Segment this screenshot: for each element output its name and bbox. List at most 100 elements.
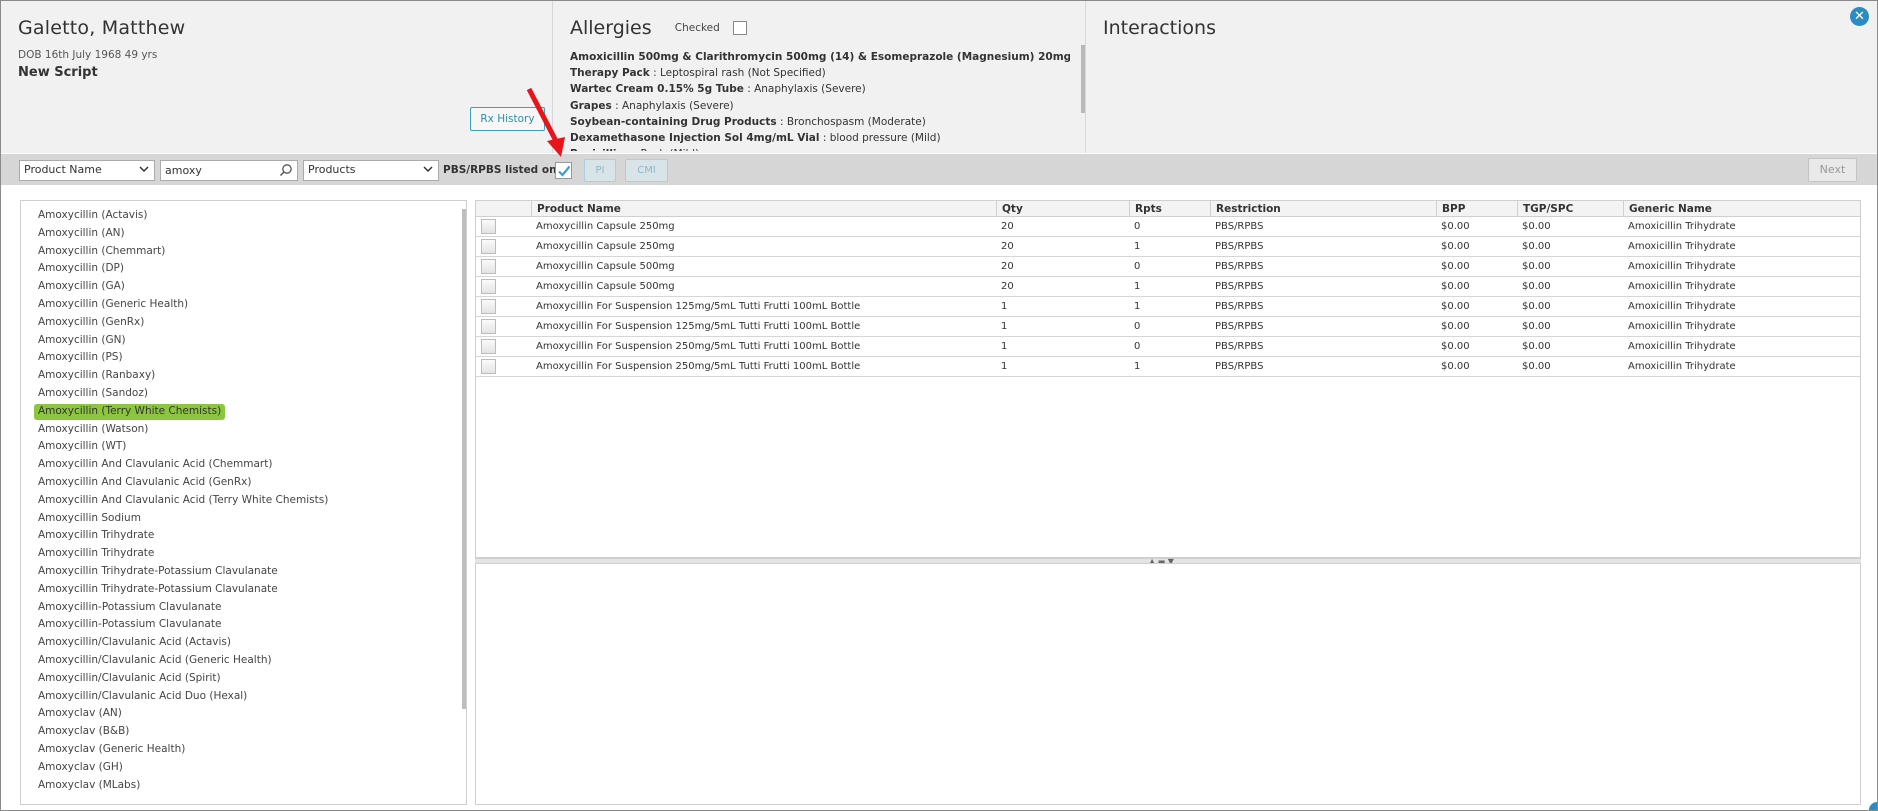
- product-list-item[interactable]: Amoxyclav (MLabs): [34, 778, 144, 793]
- row-select-checkbox[interactable]: [481, 319, 496, 334]
- product-list-item[interactable]: Amoxycillin Sodium: [34, 511, 145, 526]
- product-list-item[interactable]: Amoxycillin (Ranbaxy): [34, 368, 159, 383]
- resize-grip-icon[interactable]: [1869, 802, 1877, 810]
- search-input[interactable]: amoxy: [160, 160, 298, 181]
- row-select-checkbox[interactable]: [481, 339, 496, 354]
- product-list-item[interactable]: Amoxyclav (B&B): [34, 724, 133, 739]
- product-list-item[interactable]: Amoxycillin And Clavulanic Acid (Chemmar…: [34, 457, 276, 472]
- table-row[interactable]: Amoxycillin Capsule 250mg 20 1 PBS/RPBS $0.0…: [476, 237, 1860, 257]
- product-list-item[interactable]: Amoxycillin-Potassium Clavulanate: [34, 600, 225, 615]
- allergy-scrollbar[interactable]: [1081, 45, 1085, 113]
- product-list-item[interactable]: Amoxycillin (Generic Health): [34, 297, 192, 312]
- row-select-checkbox[interactable]: [481, 279, 496, 294]
- product-list-item[interactable]: Amoxycillin Trihydrate: [34, 528, 158, 543]
- close-icon[interactable]: ✕: [1850, 7, 1869, 26]
- table-row[interactable]: Amoxycillin For Suspension 125mg/5mL Tut…: [476, 297, 1860, 317]
- grid-header: Product Name Qty Rpts Restriction BPP TGP/SPC…: [476, 201, 1860, 217]
- product-list-item[interactable]: Amoxyclav (AN): [34, 706, 126, 721]
- grid-header-select: [476, 201, 531, 217]
- table-cell: $0.00: [1522, 361, 1551, 372]
- cmi-button[interactable]: CMI: [625, 159, 668, 182]
- table-cell: $0.00: [1441, 341, 1470, 352]
- row-select-checkbox[interactable]: [481, 259, 496, 274]
- product-list-item[interactable]: Amoxyclav (Generic Health): [34, 742, 189, 757]
- patient-dob: DOB 16th July 1968 49 yrs: [18, 49, 158, 61]
- grid-header-qty[interactable]: Qty: [996, 201, 1129, 217]
- table-cell: 1: [1001, 321, 1008, 332]
- table-row[interactable]: Amoxycillin Capsule 250mg 20 0 PBS/RPBS $0.0…: [476, 217, 1860, 237]
- product-list-item[interactable]: Amoxycillin (PS): [34, 350, 127, 365]
- grid-header-rpts[interactable]: Rpts: [1129, 201, 1210, 217]
- table-row[interactable]: Amoxycillin For Suspension 125mg/5mL Tut…: [476, 317, 1860, 337]
- product-list-item[interactable]: Amoxycillin (GenRx): [34, 315, 148, 330]
- table-cell: Amoxicillin Trihydrate: [1628, 321, 1736, 332]
- allergies-panel: Allergies Checked Amoxicillin 500mg & Cl…: [554, 1, 1086, 153]
- grid-header-restriction[interactable]: Restriction: [1210, 201, 1436, 217]
- table-row[interactable]: Amoxycillin Capsule 500mg 20 0 PBS/RPBS $0.0…: [476, 257, 1860, 277]
- search-icon[interactable]: [279, 163, 293, 177]
- row-select-checkbox[interactable]: [481, 239, 496, 254]
- grid-header-tgp-spc[interactable]: TGP/SPC: [1517, 201, 1623, 217]
- table-cell: 20: [1001, 261, 1014, 272]
- product-list-item[interactable]: Amoxycillin And Clavulanic Acid (GenRx): [34, 475, 255, 490]
- table-cell: $0.00: [1441, 361, 1470, 372]
- table-cell: $0.00: [1441, 301, 1470, 312]
- product-list-item[interactable]: Amoxycillin (AN): [34, 226, 129, 241]
- product-list-item-selected[interactable]: Amoxycillin (Terry White Chemists): [34, 403, 226, 420]
- product-list-item[interactable]: Amoxycillin (Chemmart): [34, 244, 169, 259]
- search-toolbar: Product Name amoxy Products PBS/RPBS lis…: [1, 154, 1877, 185]
- row-select-checkbox[interactable]: [481, 359, 496, 374]
- table-row[interactable]: Amoxycillin Capsule 500mg 20 1 PBS/RPBS $0.0…: [476, 277, 1860, 297]
- product-list-item[interactable]: Amoxycillin (Watson): [34, 422, 152, 437]
- product-list-item[interactable]: Amoxycillin-Potassium Clavulanate: [34, 617, 225, 632]
- table-row[interactable]: Amoxycillin For Suspension 250mg/5mL Tut…: [476, 337, 1860, 357]
- next-button[interactable]: Next: [1808, 158, 1857, 182]
- product-list-scrollbar[interactable]: [462, 209, 466, 709]
- table-cell: Amoxicillin Trihydrate: [1628, 341, 1736, 352]
- product-list-item[interactable]: Amoxycillin Trihydrate: [34, 546, 158, 561]
- product-list-item[interactable]: Amoxycillin/Clavulanic Acid (Spirit): [34, 671, 225, 686]
- product-list: Amoxycillin (Actavis) Amoxycillin (AN) Amo…: [20, 200, 467, 805]
- product-list-item[interactable]: Amoxycillin Trihydrate-Potassium Clavula…: [34, 582, 282, 597]
- product-list-item[interactable]: Amoxycillin Trihydrate-Potassium Clavula…: [34, 564, 282, 579]
- allergy-name: Therapy Pack: [570, 67, 650, 80]
- patient-name: Galetto, Matthew: [18, 17, 186, 39]
- table-cell: Amoxycillin For Suspension 125mg/5mL Tut…: [536, 301, 861, 312]
- allergy-reaction: : Rash (Mild): [630, 148, 700, 151]
- product-list-item[interactable]: Amoxycillin/Clavulanic Acid (Actavis): [34, 635, 235, 650]
- table-cell: $0.00: [1522, 301, 1551, 312]
- product-list-item[interactable]: Amoxycillin (Actavis): [34, 208, 152, 223]
- pi-button[interactable]: PI: [584, 159, 616, 182]
- grid-header-generic-name[interactable]: Generic Name: [1623, 201, 1860, 217]
- table-cell: Amoxycillin For Suspension 125mg/5mL Tut…: [536, 321, 861, 332]
- product-list-item[interactable]: Amoxycillin (Sandoz): [34, 386, 152, 401]
- product-list-item[interactable]: Amoxycillin (WT): [34, 439, 130, 454]
- grid-header-bpp[interactable]: BPP: [1436, 201, 1517, 217]
- allergy-name: Amoxicillin 500mg & Clarithromycin 500mg…: [570, 51, 1070, 63]
- table-cell: Amoxycillin Capsule 250mg: [536, 241, 675, 252]
- allergy-item: Dexamethasone Injection Sol 4mg/mL Vial …: [570, 130, 1070, 146]
- allergies-checked-checkbox[interactable]: [732, 21, 747, 35]
- row-select-checkbox[interactable]: [481, 219, 496, 234]
- product-list-item[interactable]: Amoxycillin/Clavulanic Acid Duo (Hexal): [34, 689, 251, 704]
- grid-header-product-name[interactable]: Product Name: [531, 201, 996, 217]
- table-row[interactable]: Amoxycillin For Suspension 250mg/5mL Tut…: [476, 357, 1860, 377]
- table-cell: Amoxycillin For Suspension 250mg/5mL Tut…: [536, 361, 861, 372]
- product-list-item[interactable]: Amoxycillin And Clavulanic Acid (Terry W…: [34, 493, 332, 508]
- table-cell: 1: [1001, 361, 1008, 372]
- search-type-value: Product Name: [24, 163, 102, 176]
- product-list-item[interactable]: Amoxyclav (GH): [34, 760, 127, 775]
- category-select[interactable]: Products: [303, 160, 439, 181]
- product-list-item[interactable]: Amoxycillin/Clavulanic Acid (Generic Hea…: [34, 653, 276, 668]
- table-cell: PBS/RPBS: [1215, 341, 1264, 352]
- product-list-item[interactable]: Amoxycillin (GA): [34, 279, 129, 294]
- table-cell: $0.00: [1441, 261, 1470, 272]
- table-cell: PBS/RPBS: [1215, 301, 1264, 312]
- search-type-select[interactable]: Product Name: [19, 160, 155, 181]
- table-cell: Amoxicillin Trihydrate: [1628, 361, 1736, 372]
- row-select-checkbox[interactable]: [481, 299, 496, 314]
- allergy-item: Therapy Pack : Leptospiral rash (Not Spe…: [570, 65, 1070, 81]
- product-list-item[interactable]: Amoxycillin (DP): [34, 261, 128, 276]
- allergy-name: Soybean-containing Drug Products: [570, 115, 777, 128]
- product-list-item[interactable]: Amoxycillin (GN): [34, 333, 130, 348]
